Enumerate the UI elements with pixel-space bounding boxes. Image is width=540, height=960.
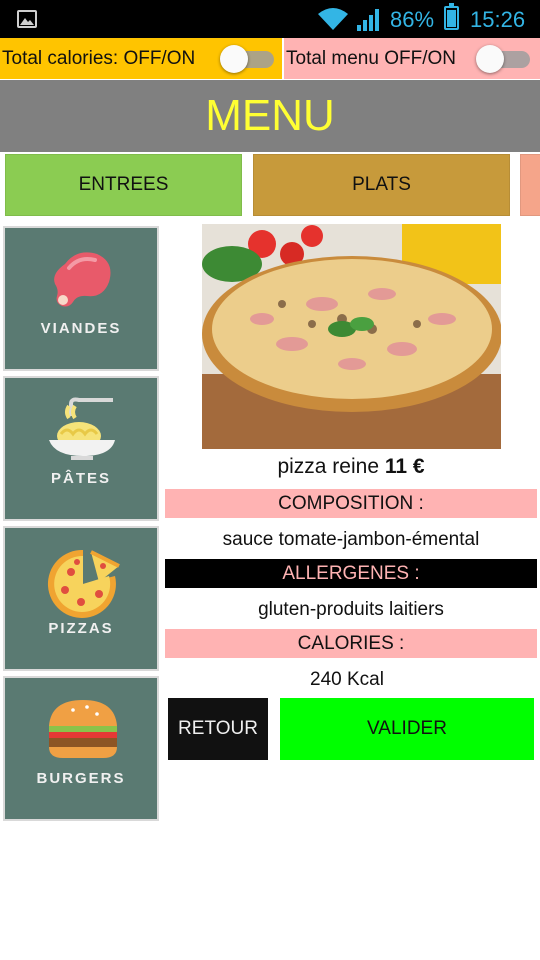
- sidebar-item-label: VIANDES: [40, 320, 122, 337]
- total-menu-row: Total menu OFF/ON: [284, 38, 540, 79]
- pizza-icon: [47, 549, 120, 618]
- dish-title: pizza reine 11 €: [165, 455, 537, 479]
- signal-icon: [357, 9, 379, 31]
- dish-price: 11 €: [384, 455, 425, 478]
- total-menu-switch[interactable]: [476, 45, 532, 73]
- sidebar-item-burgers[interactable]: BURGERS: [3, 676, 159, 821]
- calories-value: 240 Kcal: [310, 669, 384, 690]
- composition-header: COMPOSITION :: [165, 489, 537, 518]
- total-calories-switch[interactable]: [220, 45, 276, 73]
- meat-icon: [54, 252, 111, 307]
- image-icon: [17, 10, 37, 28]
- sidebar-item-label: PÂTES: [50, 470, 111, 487]
- page-title: MENU: [0, 80, 540, 152]
- tab-partial[interactable]: [520, 154, 540, 216]
- total-menu-label: Total menu OFF/ON: [286, 47, 456, 69]
- allergens-value: gluten-produits laitiers: [258, 599, 444, 620]
- tab-entrees[interactable]: ENTREES: [5, 154, 242, 216]
- sidebar-item-label: BURGERS: [36, 770, 126, 787]
- calories-header: CALORIES :: [165, 629, 537, 658]
- burger-icon: [49, 700, 117, 758]
- dish-photo: [202, 224, 501, 449]
- allergens-header: ALLERGENES :: [165, 559, 537, 588]
- clock: 15:26: [470, 7, 526, 32]
- sidebar-item-pates[interactable]: PÂTES: [3, 376, 159, 521]
- dish-name: pizza reine: [277, 455, 379, 478]
- total-calories-label: Total calories: OFF/ON: [2, 47, 196, 69]
- status-bar: 86% 15:26: [0, 0, 540, 38]
- battery-percent: 86%: [390, 7, 435, 32]
- pasta-icon: [49, 397, 115, 460]
- battery-icon: [444, 3, 459, 30]
- sidebar-item-label: PIZZAS: [48, 620, 114, 637]
- back-button[interactable]: RETOUR: [168, 698, 268, 760]
- wifi-icon: [318, 8, 348, 30]
- sidebar-item-pizzas[interactable]: PIZZAS: [3, 526, 159, 671]
- tab-plats[interactable]: PLATS: [253, 154, 510, 216]
- total-calories-row: Total calories: OFF/ON: [0, 38, 282, 79]
- confirm-button[interactable]: VALIDER: [280, 698, 534, 760]
- sidebar-item-viandes[interactable]: VIANDES: [3, 226, 159, 371]
- composition-value: sauce tomate-jambon-émental: [222, 529, 480, 550]
